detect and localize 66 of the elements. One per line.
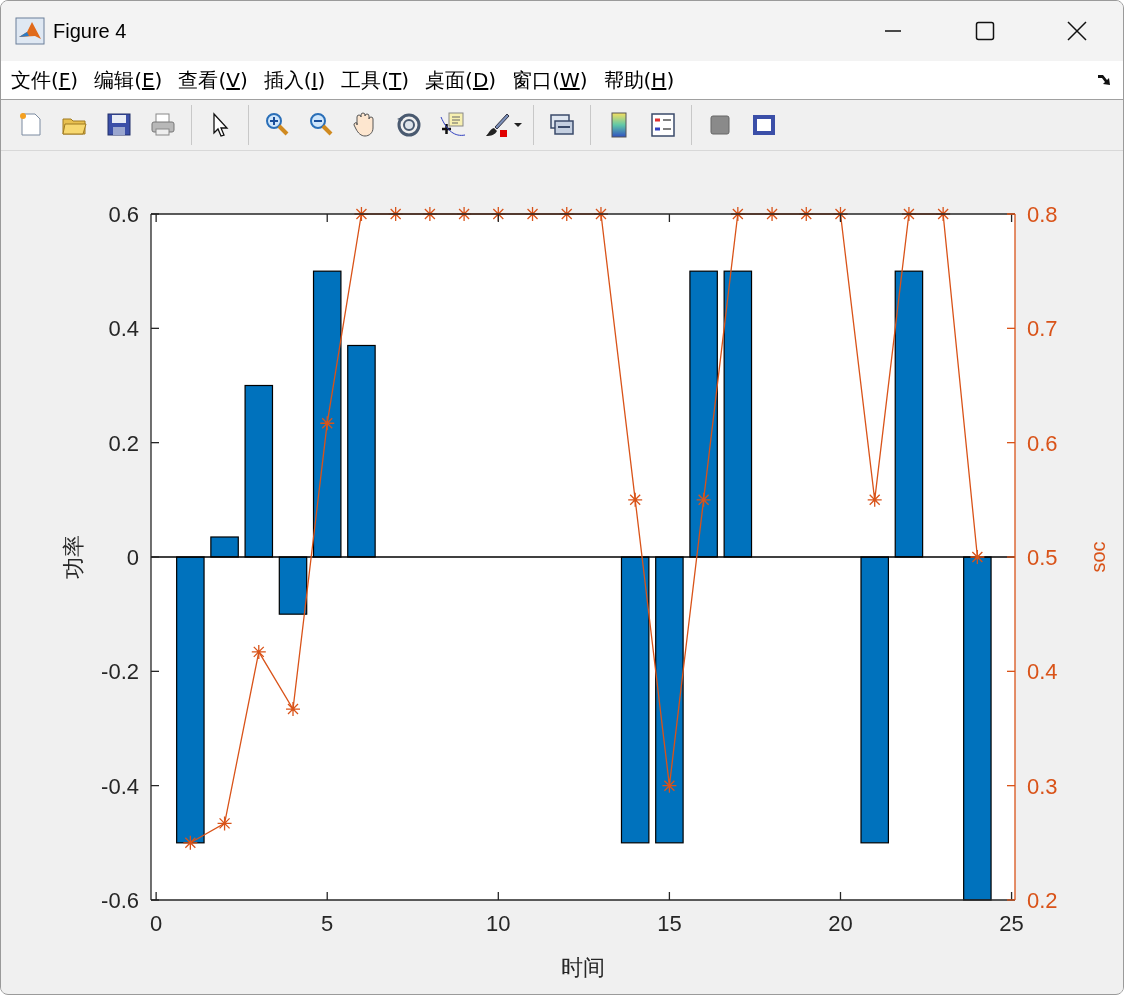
app-logo-icon: [15, 17, 45, 45]
asterisk-marker: [182, 835, 198, 851]
tick-label: 0.5: [1027, 545, 1058, 570]
menu-item[interactable]: 插入(I): [263, 66, 333, 94]
menu-item[interactable]: 编辑(E): [94, 66, 170, 94]
tick-label: -0.2: [101, 659, 139, 685]
brush-icon[interactable]: [483, 111, 511, 139]
asterisk-marker: [935, 206, 951, 222]
asterisk-marker: [798, 206, 814, 222]
tick-label: 0.4: [1027, 659, 1058, 685]
tick-label: 0.8: [1027, 202, 1058, 227]
tick-label: 0.2: [108, 430, 139, 456]
menu-item[interactable]: 桌面(D): [425, 66, 504, 94]
tick-label: 20: [828, 911, 853, 936]
tick-label: 10: [486, 911, 511, 936]
tick-label: 0.6: [108, 202, 139, 227]
printer-icon[interactable]: [149, 111, 177, 139]
tick-label: 0.6: [1027, 430, 1058, 456]
menu-item[interactable]: 窗口(W): [512, 66, 595, 94]
minimize-icon: [884, 30, 902, 32]
menu-item[interactable]: 帮助(H): [603, 66, 682, 94]
asterisk-marker: [730, 206, 746, 222]
axis-title: 功率: [61, 535, 86, 579]
tick-label: 5: [321, 911, 334, 936]
save-icon[interactable]: [105, 111, 133, 139]
close-icon: [1067, 21, 1087, 41]
menu-item[interactable]: 查看(V): [178, 66, 255, 94]
menu-item[interactable]: 工具(T): [341, 66, 417, 94]
menu-item[interactable]: 文件(F): [11, 66, 86, 94]
asterisk-marker: [422, 206, 438, 222]
asterisk-marker: [969, 549, 985, 565]
asterisk-marker: [353, 206, 370, 222]
tick-label: 0.2: [1027, 888, 1058, 913]
asterisk-marker: [216, 815, 233, 832]
maximize-icon: [975, 21, 995, 41]
window-title: Figure 4: [53, 19, 128, 43]
tick-label: 15: [657, 911, 682, 936]
asterisk-marker: [764, 206, 780, 222]
legend-icon[interactable]: [649, 111, 677, 139]
axis-title: soc: [1087, 541, 1109, 573]
asterisk-marker: [832, 206, 849, 222]
asterisk-marker: [559, 206, 575, 222]
asterisk-marker: [490, 206, 506, 222]
asterisk-marker: [456, 206, 472, 222]
dock-arrow-icon[interactable]: [1097, 73, 1113, 87]
tick-label: 0.7: [1027, 316, 1058, 342]
tick-label: 0.4: [108, 316, 139, 342]
asterisk-marker: [285, 701, 301, 717]
tick-label: 25: [999, 911, 1024, 936]
asterisk-marker: [388, 206, 404, 222]
asterisk-marker: [695, 492, 712, 508]
asterisk-marker: [251, 644, 267, 660]
asterisk-marker: [593, 206, 609, 222]
asterisk-marker: [901, 206, 917, 222]
asterisk-marker: [627, 492, 643, 508]
asterisk-marker: [867, 492, 883, 508]
tick-label: -0.4: [101, 773, 139, 799]
asterisk-marker: [661, 778, 678, 794]
data-cursor-icon[interactable]: [439, 111, 467, 139]
asterisk-marker: [319, 415, 335, 431]
tick-label: 0.3: [1027, 773, 1058, 799]
tick-label: 0: [150, 911, 163, 936]
axis-title: 时间: [561, 955, 605, 980]
tick-label: -0.6: [101, 888, 139, 913]
tick-label: 0: [126, 545, 139, 570]
asterisk-marker: [524, 206, 541, 222]
